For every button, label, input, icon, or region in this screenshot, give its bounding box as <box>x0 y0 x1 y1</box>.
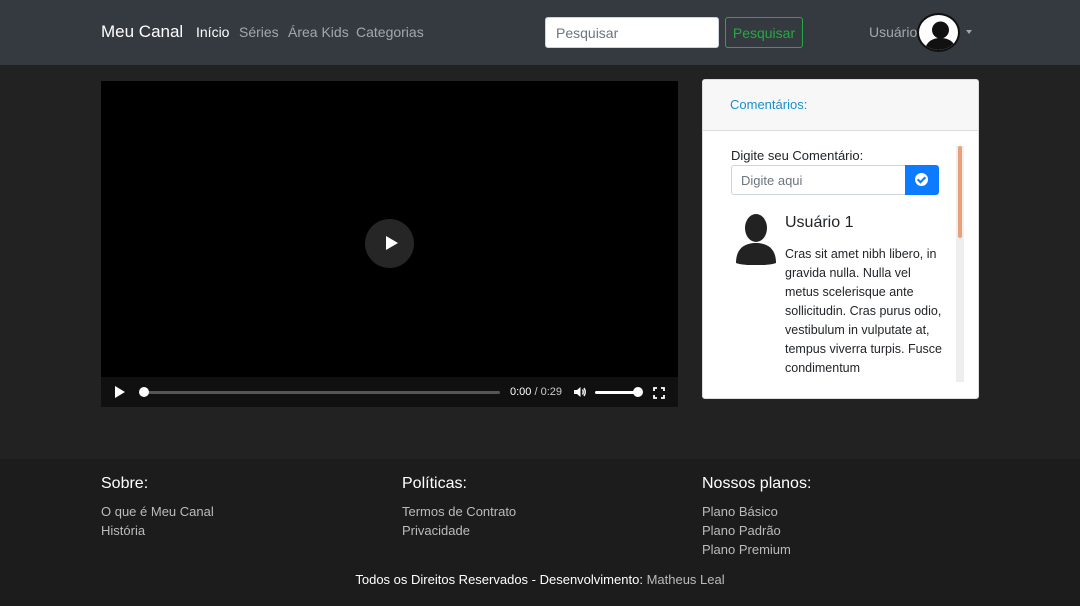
current-time: 0:00 <box>510 386 532 398</box>
dropdown-caret-icon[interactable] <box>966 30 972 34</box>
footer-link-historia[interactable]: História <box>101 521 214 540</box>
footer-about: Sobre: O que é Meu Canal História <box>101 475 214 540</box>
comment-text: Cras sit amet nibh libero, in gravida nu… <box>785 247 942 375</box>
volume-icon[interactable] <box>573 385 587 399</box>
duration: 0:29 <box>540 386 563 398</box>
footer-link-o-que-e[interactable]: O que é Meu Canal <box>101 502 214 521</box>
check-circle-icon <box>915 173 928 186</box>
copyright: Todos os Direitos Reservados - Desenvolv… <box>0 572 1080 587</box>
commenter-avatar-icon <box>734 213 778 266</box>
progress-handle[interactable] <box>139 387 149 397</box>
volume-handle[interactable] <box>633 387 643 397</box>
comments-card: Comentários: Digite seu Comentário: Usuá… <box>702 79 979 399</box>
footer: Sobre: O que é Meu Canal História Políti… <box>0 459 1080 606</box>
big-play-icon[interactable] <box>365 219 414 268</box>
comments-scrollbar[interactable] <box>956 146 964 382</box>
footer-policies-title: Políticas: <box>402 475 467 492</box>
footer-policies: Políticas: Termos de Contrato Privacidad… <box>402 475 516 540</box>
nav-link-categorias[interactable]: Categorias <box>356 24 424 40</box>
submit-comment-button[interactable] <box>905 165 939 195</box>
comments-title: Comentários: <box>703 80 978 131</box>
footer-link-termos[interactable]: Termos de Contrato <box>402 502 516 521</box>
brand-logo[interactable]: Meu Canal <box>101 22 183 42</box>
comment-input[interactable] <box>731 165 906 195</box>
time-display: 0:00 / 0:29 <box>510 386 562 398</box>
footer-plans: Nossos planos: Plano Básico Plano Padrão… <box>702 475 811 559</box>
comment-author: Usuário 1 <box>785 214 854 231</box>
video-player[interactable]: 0:00 / 0:29 <box>101 81 678 407</box>
user-avatar-icon[interactable] <box>917 13 960 52</box>
footer-link-plano-premium[interactable]: Plano Premium <box>702 540 811 559</box>
nav-link-series[interactable]: Séries <box>239 24 279 40</box>
footer-link-plano-basico[interactable]: Plano Básico <box>702 502 811 521</box>
copyright-text: Todos os Direitos Reservados - Desenvolv… <box>355 572 643 587</box>
footer-link-privacidade[interactable]: Privacidade <box>402 521 516 540</box>
footer-plans-title: Nossos planos: <box>702 475 812 492</box>
footer-link-plano-padrao[interactable]: Plano Padrão <box>702 521 811 540</box>
footer-about-title: Sobre: <box>101 475 149 492</box>
navbar: Meu Canal Início Séries Área Kids Catego… <box>0 0 1080 65</box>
play-icon[interactable] <box>115 386 125 398</box>
nav-link-area-kids[interactable]: Área Kids <box>288 24 349 40</box>
nav-link-inicio[interactable]: Início <box>196 24 229 40</box>
fullscreen-icon[interactable] <box>653 386 665 399</box>
author-link[interactable]: Matheus Leal <box>647 572 725 587</box>
time-separator: / <box>534 386 538 398</box>
comment-input-label: Digite seu Comentário: <box>731 148 864 163</box>
user-menu-label[interactable]: Usuário <box>869 24 917 40</box>
progress-track[interactable] <box>144 391 500 394</box>
scrollbar-thumb[interactable] <box>958 146 962 238</box>
video-controls: 0:00 / 0:29 <box>101 377 678 407</box>
search-button[interactable]: Pesquisar <box>725 17 803 48</box>
search-input[interactable] <box>545 17 719 48</box>
